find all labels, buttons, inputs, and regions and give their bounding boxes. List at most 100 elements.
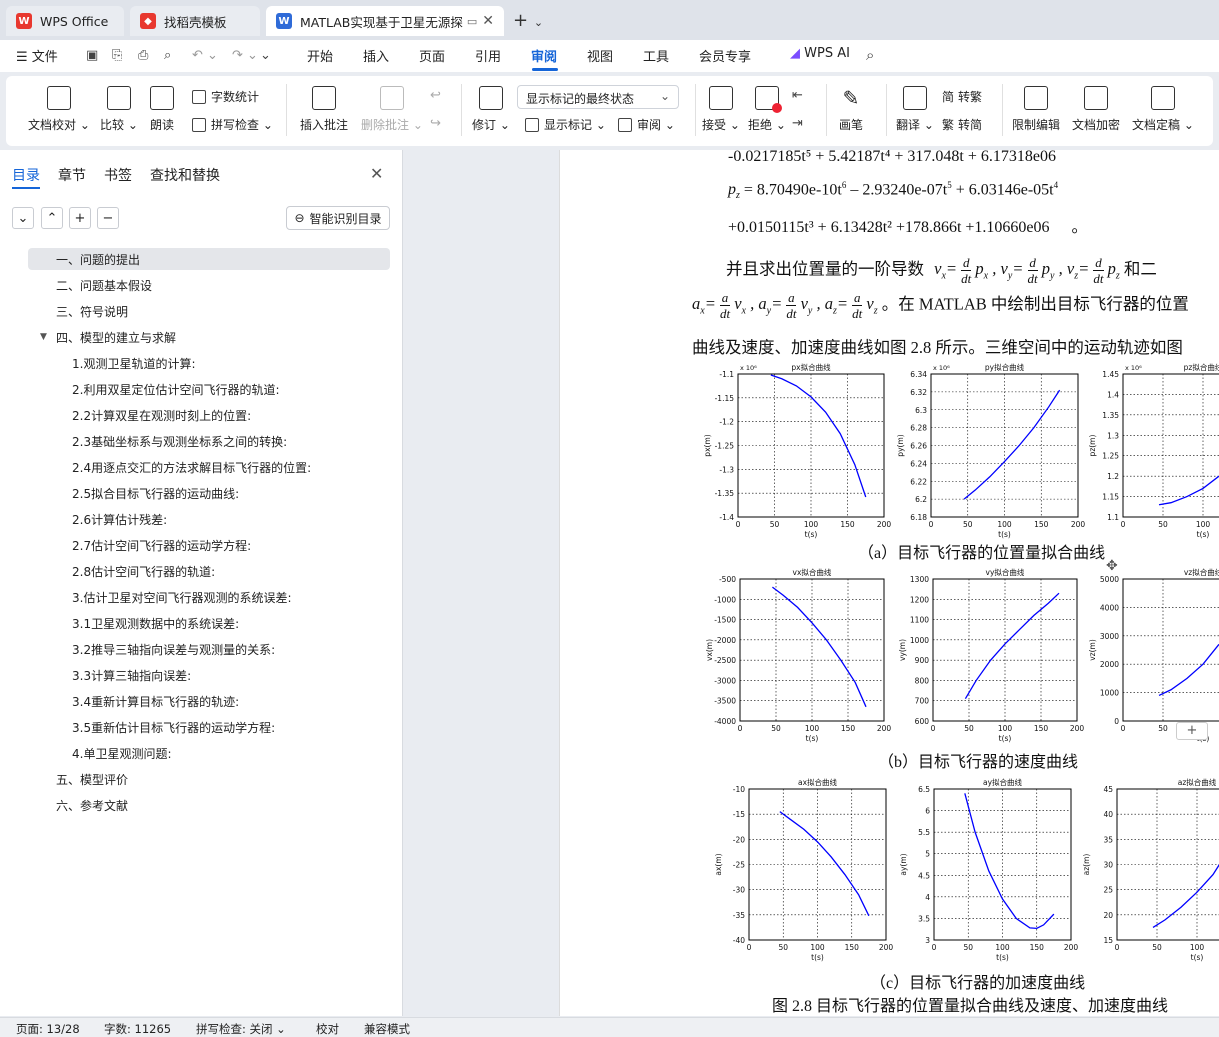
toc-item-label: 3.4重新计算目标飞行器的轨迹: <box>72 694 240 709</box>
to-simplified-button[interactable]: 繁转简 <box>942 116 982 133</box>
toc-item[interactable]: 2.利用双星定位估计空间飞行器的轨道: <box>28 378 390 400</box>
next-change-icon[interactable]: ⇥ <box>792 116 803 131</box>
toc-item[interactable]: 三、符号说明 <box>28 300 390 322</box>
insert-comment-button[interactable]: 插入批注 <box>300 86 348 133</box>
close-pane-icon[interactable]: ✕ <box>370 164 383 183</box>
finalize-button[interactable]: 文档定稿 ⌄ <box>1132 86 1194 133</box>
divider <box>826 84 827 136</box>
menu-member[interactable]: 会员专享 <box>699 46 751 65</box>
print-preview-icon[interactable]: ⌕ <box>164 48 171 63</box>
next-comment-icon[interactable]: ↪ <box>430 116 441 131</box>
accept-label: 接受 <box>702 118 727 132</box>
add-heading-button[interactable]: + <box>69 207 91 229</box>
previous-change-icon[interactable]: ⇤ <box>792 88 803 103</box>
more-icon[interactable]: ⌄ <box>260 48 271 63</box>
restrict-edit-button[interactable]: 限制编辑 <box>1012 86 1060 133</box>
menu-page[interactable]: 页面 <box>419 46 445 65</box>
menu-start[interactable]: 开始 <box>307 46 333 65</box>
tab-template[interactable]: ◆ 找稻壳模板 <box>130 6 260 36</box>
smart-toc-button[interactable]: ⊖ 智能识别目录 <box>286 206 390 230</box>
word-count-button[interactable]: 字数统计 <box>192 88 259 105</box>
toc-item[interactable]: 2.6计算估计残差: <box>28 508 390 530</box>
toc-item[interactable]: 2.3基础坐标系与观测坐标系之间的转换: <box>28 430 390 452</box>
y-tick-label: -20 <box>733 835 745 844</box>
toc-item[interactable]: ▼ 四、模型的建立与求解 <box>28 326 390 348</box>
toc-item[interactable]: 2.2计算双星在观测时刻上的位置: <box>28 404 390 426</box>
spell-check-button[interactable]: 拼写检查 ⌄ <box>192 116 273 133</box>
expand-up-button[interactable]: ⌃ <box>41 207 63 229</box>
toc-item[interactable]: 2.4用逐点交汇的方法求解目标飞行器的位置: <box>28 456 390 478</box>
toc-item[interactable]: 1.观测卫星轨道的计算: <box>28 352 390 374</box>
toc-item[interactable]: 2.5拟合目标飞行器的运动曲线: <box>28 482 390 504</box>
share-icon[interactable]: ⎘ <box>112 48 122 63</box>
revise-button[interactable]: 修订 ⌄ <box>472 86 510 133</box>
show-markup-button[interactable]: 显示标记 ⌄ <box>525 116 606 133</box>
menu-view[interactable]: 视图 <box>587 46 613 65</box>
reject-button[interactable]: 拒绝 ⌄ <box>748 86 786 133</box>
wps-ai-button[interactable]: ◢ WPS AI <box>790 46 850 61</box>
y-tick-label: 3 <box>925 936 930 945</box>
redo-icon[interactable]: ↷ ⌄ <box>232 48 258 63</box>
toc-item[interactable]: 3.1卫星观测数据中的系统误差: <box>28 612 390 634</box>
divider <box>286 84 287 136</box>
toc-item[interactable]: 3.3计算三轴指向误差: <box>28 664 390 686</box>
word-count-indicator[interactable]: 字数: 11265 <box>104 1021 171 1037</box>
y-tick-label: 40 <box>1103 810 1113 819</box>
tab-chapters[interactable]: 章节 <box>58 165 86 185</box>
tab-wps-office[interactable]: W WPS Office <box>6 6 124 36</box>
undo-icon[interactable]: ↶ ⌄ <box>192 48 218 63</box>
to-traditional-button[interactable]: 简转繁 <box>942 88 982 105</box>
review-pane-button[interactable]: 审阅 ⌄ <box>618 116 675 133</box>
doc-check-button[interactable]: 文档校对 ⌄ <box>28 86 90 133</box>
toc-item[interactable]: 2.8估计空间飞行器的轨道: <box>28 560 390 582</box>
save-icon[interactable]: ▣ <box>86 48 98 63</box>
chevron-down-icon: ⌄ <box>17 210 29 226</box>
y-tick-label: -1000 <box>714 595 736 604</box>
tab-toc[interactable]: 目录 <box>12 165 40 185</box>
print-icon[interactable]: ⎙ <box>138 48 148 63</box>
accept-button[interactable]: 接受 ⌄ <box>702 86 740 133</box>
file-menu[interactable]: ☰ 文件 <box>16 46 58 65</box>
toc-item[interactable]: 3.5重新估计目标飞行器的运动学方程: <box>28 716 390 738</box>
proofread-status[interactable]: 校对 <box>316 1021 339 1037</box>
menu-tools[interactable]: 工具 <box>643 46 669 65</box>
encrypt-button[interactable]: 文档加密 <box>1072 86 1120 133</box>
toc-item[interactable]: 3.估计卫星对空间飞行器观测的系统误差: <box>28 586 390 608</box>
compare-button[interactable]: 比较 ⌄ <box>100 86 138 133</box>
toc-item[interactable]: 五、模型评价 <box>28 768 390 790</box>
remove-heading-button[interactable]: − <box>97 207 119 229</box>
toc-item[interactable]: 3.2推导三轴指向误差与观测量的关系: <box>28 638 390 660</box>
new-tab-icon[interactable]: + ⌄ <box>513 10 543 31</box>
menu-insert[interactable]: 插入 <box>363 46 389 65</box>
page-indicator[interactable]: 页面: 13/28 <box>16 1021 80 1037</box>
spell-check-status[interactable]: 拼写检查: 关闭 ⌄ <box>196 1021 286 1037</box>
add-content-button[interactable]: + <box>1176 722 1208 740</box>
collapse-all-button[interactable]: ⌄ <box>12 207 34 229</box>
translate-button[interactable]: 翻译 ⌄ <box>896 86 934 133</box>
x-tick-label: 150 <box>1034 520 1049 529</box>
expand-arrow-icon[interactable]: ▼ <box>40 332 47 342</box>
menu-reference[interactable]: 引用 <box>475 46 501 65</box>
tab-bookmarks[interactable]: 书签 <box>104 165 132 185</box>
tab-document[interactable]: W MATLAB实现基于卫星无源探 ▭ ✕ <box>266 6 504 36</box>
toc-item[interactable]: 4.单卫星观测问题: <box>28 742 390 764</box>
y-tick-label: 2000 <box>1100 660 1119 669</box>
delete-comment-button[interactable]: 删除批注 ⌄ <box>361 86 423 133</box>
close-tab-icon[interactable]: ✕ <box>482 13 494 29</box>
y-tick-label: 6.24 <box>910 459 927 468</box>
previous-comment-icon[interactable]: ↩ <box>430 88 441 103</box>
encrypt-label: 文档加密 <box>1072 118 1121 132</box>
markup-state-select[interactable]: 显示标记的最终状态 ⌄ <box>517 85 679 109</box>
menu-review[interactable]: 审阅 <box>531 46 557 65</box>
toc-item[interactable]: 一、问题的提出 <box>28 248 390 270</box>
toc-item-label: 二、问题基本假设 <box>56 278 153 293</box>
pen-button[interactable]: ✎ 画笔 <box>839 86 863 133</box>
toc-item[interactable]: 3.4重新计算目标飞行器的轨迹: <box>28 690 390 712</box>
toc-item[interactable]: 2.7估计空间飞行器的运动学方程: <box>28 534 390 556</box>
search-icon[interactable]: ⌕ <box>866 46 874 64</box>
toc-item[interactable]: 二、问题基本假设 <box>28 274 390 296</box>
tab-find-replace[interactable]: 查找和替换 <box>150 165 220 185</box>
read-aloud-button[interactable]: 朗读 <box>150 86 174 133</box>
move-handle-icon[interactable]: ✥ <box>1106 558 1118 574</box>
toc-item[interactable]: 六、参考文献 <box>28 794 390 816</box>
